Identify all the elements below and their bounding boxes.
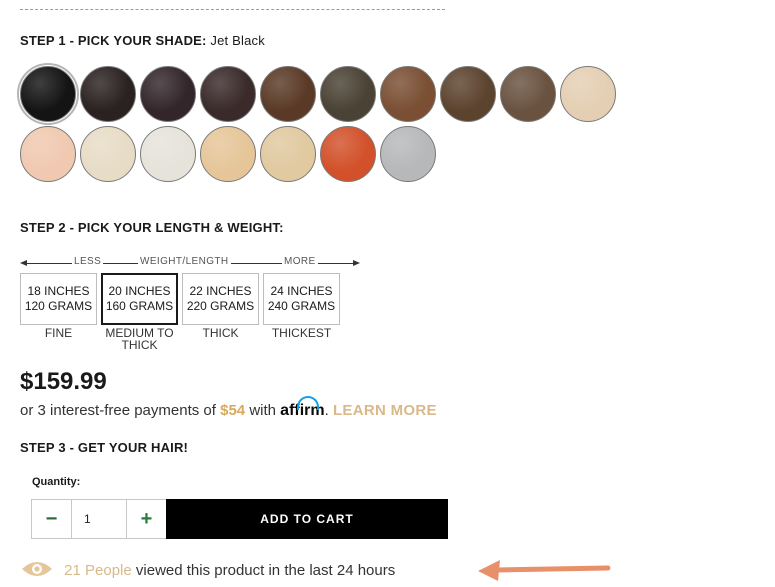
shade-swatch[interactable] bbox=[200, 66, 256, 122]
shade-swatch[interactable] bbox=[380, 66, 436, 122]
length-inches: 18 INCHES bbox=[27, 284, 90, 298]
recent-viewers-notice: 21 People viewed this product in the las… bbox=[20, 560, 395, 582]
affirm-logo: affirm bbox=[280, 396, 325, 419]
scale-less-label: LESS bbox=[72, 256, 104, 267]
length-inches: 22 INCHES bbox=[189, 284, 252, 298]
quantity-stepper: − + bbox=[31, 499, 167, 539]
step1-title: STEP 1 - PICK YOUR SHADE: bbox=[20, 33, 207, 48]
swatch-row bbox=[20, 126, 660, 182]
section-divider bbox=[20, 9, 445, 10]
length-option-box[interactable]: 22 INCHES 220 GRAMS bbox=[182, 273, 259, 325]
shade-swatch[interactable] bbox=[320, 126, 376, 182]
quantity-input[interactable] bbox=[72, 500, 126, 538]
length-option-box[interactable]: 24 INCHES 240 GRAMS bbox=[263, 273, 340, 325]
add-to-cart-button[interactable]: ADD TO CART bbox=[166, 499, 448, 539]
swatch-row bbox=[17, 63, 660, 125]
length-thickness-label: THICK bbox=[202, 326, 239, 340]
step1-heading: STEP 1 - PICK YOUR SHADE: Jet Black bbox=[20, 33, 265, 48]
shade-swatch[interactable] bbox=[140, 66, 196, 122]
shade-swatch[interactable] bbox=[560, 66, 616, 122]
learn-more-link[interactable]: LEARN MORE bbox=[333, 402, 437, 419]
affirm-with: with bbox=[249, 402, 276, 419]
step2-title: STEP 2 - PICK YOUR LENGTH & WEIGHT: bbox=[20, 220, 284, 235]
quantity-decrease-button[interactable]: − bbox=[32, 500, 72, 538]
shade-swatch[interactable] bbox=[200, 126, 256, 182]
affirm-prefix: or 3 interest-free payments of bbox=[20, 402, 216, 419]
viewer-count: 21 People bbox=[64, 561, 132, 579]
product-price: $159.99 bbox=[20, 368, 107, 395]
length-thickness-label: MEDIUM TO THICK bbox=[105, 326, 174, 352]
shade-swatch[interactable] bbox=[260, 126, 316, 182]
length-options: 18 INCHES 120 GRAMS FINE 20 INCHES 160 GRAMS… bbox=[20, 273, 340, 351]
length-option[interactable]: 24 INCHES 240 GRAMS THICKEST bbox=[263, 273, 340, 351]
length-inches: 24 INCHES bbox=[270, 284, 333, 298]
shade-swatch[interactable] bbox=[380, 126, 436, 182]
quantity-label: Quantity: bbox=[32, 476, 81, 488]
length-inches: 20 INCHES bbox=[108, 284, 171, 298]
affirm-financing: or 3 interest-free payments of $54 with … bbox=[20, 396, 437, 420]
shade-swatch[interactable] bbox=[80, 126, 136, 182]
step3-title: STEP 3 - GET YOUR HAIR! bbox=[20, 440, 189, 455]
shade-swatch[interactable] bbox=[80, 66, 136, 122]
length-option[interactable]: 22 INCHES 220 GRAMS THICK bbox=[182, 273, 259, 351]
selected-shade-value: Jet Black bbox=[210, 33, 265, 48]
length-option[interactable]: 20 INCHES 160 GRAMS MEDIUM TO THICK bbox=[101, 273, 178, 351]
length-option-box[interactable]: 18 INCHES 120 GRAMS bbox=[20, 273, 97, 325]
length-thickness-label: FINE bbox=[44, 326, 73, 340]
shade-swatch[interactable] bbox=[500, 66, 556, 122]
affirm-amount: $54 bbox=[220, 402, 246, 419]
length-thickness-label: THICKEST bbox=[271, 326, 332, 340]
annotation-arrow-icon bbox=[478, 560, 611, 581]
length-option[interactable]: 18 INCHES 120 GRAMS FINE bbox=[20, 273, 97, 351]
quantity-increase-button[interactable]: + bbox=[126, 500, 166, 538]
shade-swatch[interactable] bbox=[440, 66, 496, 122]
length-grams: 220 GRAMS bbox=[186, 299, 255, 313]
length-grams: 160 GRAMS bbox=[105, 299, 174, 313]
length-grams: 120 GRAMS bbox=[24, 299, 93, 313]
scale-right-arrow-icon bbox=[353, 260, 360, 266]
affirm-arc-icon bbox=[297, 396, 320, 410]
shade-swatch-grid bbox=[17, 63, 660, 186]
shade-swatch[interactable] bbox=[17, 63, 79, 125]
shade-swatch[interactable] bbox=[140, 126, 196, 182]
scale-middle-label: WEIGHT/LENGTH bbox=[138, 256, 231, 267]
length-option-box[interactable]: 20 INCHES 160 GRAMS bbox=[101, 273, 178, 325]
shade-swatch[interactable] bbox=[260, 66, 316, 122]
weight-length-scale: LESS WEIGHT/LENGTH MORE bbox=[20, 255, 360, 271]
length-grams: 240 GRAMS bbox=[267, 299, 336, 313]
viewer-text: viewed this product in the last 24 hours bbox=[135, 561, 396, 579]
shade-swatch[interactable] bbox=[320, 66, 376, 122]
shade-swatch[interactable] bbox=[20, 126, 76, 182]
scale-more-label: MORE bbox=[282, 256, 318, 267]
eye-icon bbox=[20, 560, 54, 582]
